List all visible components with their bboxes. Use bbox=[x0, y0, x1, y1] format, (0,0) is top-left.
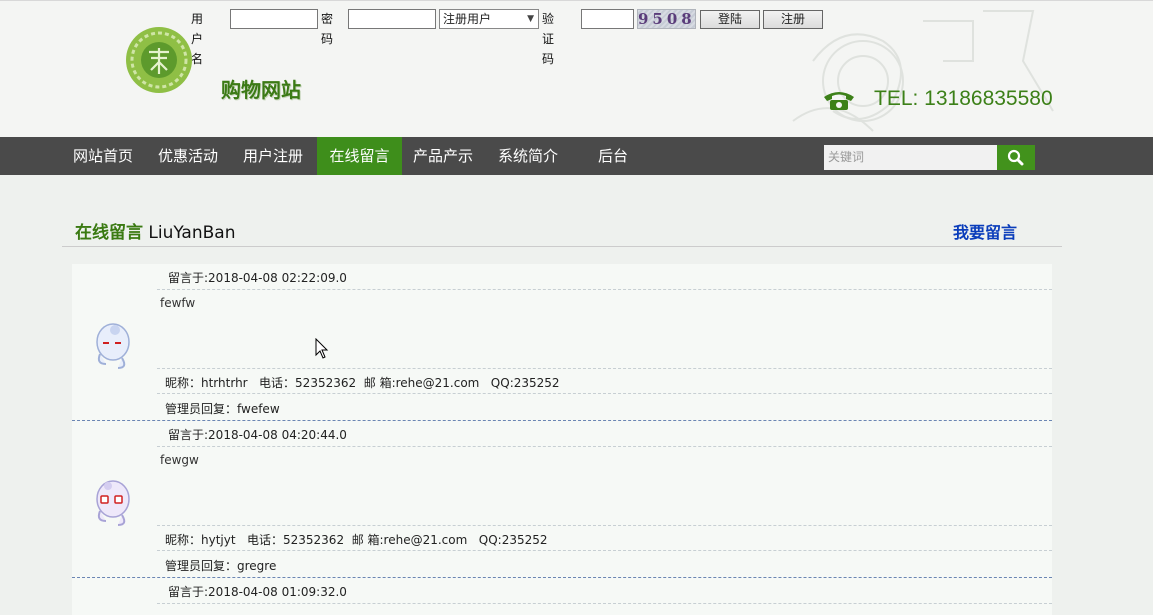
role-select-value: 注册用户 bbox=[443, 12, 492, 26]
dashed-divider bbox=[157, 289, 1052, 290]
dashed-divider bbox=[157, 446, 1052, 447]
message-separator bbox=[72, 420, 1052, 421]
search-input[interactable]: 关键词 bbox=[824, 145, 997, 170]
nav-products[interactable]: 产品产示 bbox=[402, 137, 484, 175]
nav-register[interactable]: 用户注册 bbox=[232, 137, 314, 175]
site-logo-icon bbox=[126, 27, 192, 93]
message-time: 留言于:2018-04-08 02:22:09.0 bbox=[168, 271, 347, 285]
captcha-image[interactable]: 9508 bbox=[637, 9, 696, 29]
avatar-ghost-icon bbox=[96, 480, 130, 526]
dashed-divider bbox=[157, 525, 1052, 526]
search-icon bbox=[1007, 149, 1024, 166]
captcha-input[interactable] bbox=[581, 9, 634, 29]
main-nav: 网站首页 优惠活动 用户注册 在线留言 产品产示 系统简介 后台 关键词 bbox=[0, 137, 1153, 175]
register-button[interactable]: 注册 bbox=[763, 10, 823, 29]
nav-guestbook[interactable]: 在线留言 bbox=[317, 137, 402, 175]
password-input[interactable] bbox=[348, 9, 436, 29]
dashed-divider bbox=[157, 368, 1052, 369]
message-separator bbox=[72, 577, 1052, 578]
login-button[interactable]: 登陆 bbox=[700, 10, 760, 29]
message-time: 留言于:2018-04-08 01:09:32.0 bbox=[168, 585, 347, 599]
message-contact-info: 昵称：hytjyt 电话：52352362 邮 箱:rehe@21.com QQ… bbox=[165, 533, 548, 547]
nav-promotions[interactable]: 优惠活动 bbox=[147, 137, 229, 175]
captcha-label: 验证码 bbox=[542, 12, 555, 66]
board-title-en: LiuYanBan bbox=[148, 223, 236, 243]
message-board: 留言于:2018-04-08 02:22:09.0 fewfw 昵称：htrht… bbox=[72, 264, 1052, 615]
message-content: fewfw bbox=[160, 296, 196, 310]
title-divider bbox=[62, 246, 1062, 247]
dashed-divider bbox=[157, 603, 1052, 604]
search-button[interactable] bbox=[997, 145, 1035, 170]
site-header: 用户名 密码 注册用户 ▼ 验证码 9508 登陆 注册 购物网站 TEL: 1… bbox=[0, 0, 1153, 138]
mouse-pointer-icon bbox=[315, 338, 329, 359]
tel-number: TEL: 13186835580 bbox=[874, 87, 1053, 110]
board-title-cn: 在线留言 bbox=[75, 223, 143, 243]
write-message-link[interactable]: 我要留言 bbox=[953, 219, 1017, 243]
site-name[interactable]: 购物网站 bbox=[221, 74, 301, 103]
message-contact-info: 昵称：htrhtrhr 电话：52352362 邮 箱:rehe@21.com … bbox=[165, 376, 560, 390]
message-content: fewgw bbox=[160, 453, 199, 467]
phone-icon bbox=[824, 92, 854, 110]
role-select[interactable]: 注册用户 ▼ bbox=[439, 9, 539, 29]
board-title: 在线留言 LiuYanBan bbox=[75, 218, 235, 243]
nav-about[interactable]: 系统简介 bbox=[487, 137, 569, 175]
dashed-divider bbox=[157, 393, 1052, 394]
chevron-down-icon: ▼ bbox=[527, 14, 534, 24]
username-input[interactable] bbox=[230, 9, 318, 29]
message-time: 留言于:2018-04-08 04:20:44.0 bbox=[168, 428, 347, 442]
dashed-divider bbox=[157, 550, 1052, 551]
password-label: 密码 bbox=[321, 12, 334, 46]
avatar-ghost-icon bbox=[96, 323, 130, 369]
nav-home[interactable]: 网站首页 bbox=[62, 137, 144, 175]
admin-reply: 管理员回复：fwefew bbox=[165, 402, 280, 416]
admin-reply: 管理员回复：gregre bbox=[165, 559, 277, 573]
nav-admin[interactable]: 后台 bbox=[583, 137, 643, 175]
